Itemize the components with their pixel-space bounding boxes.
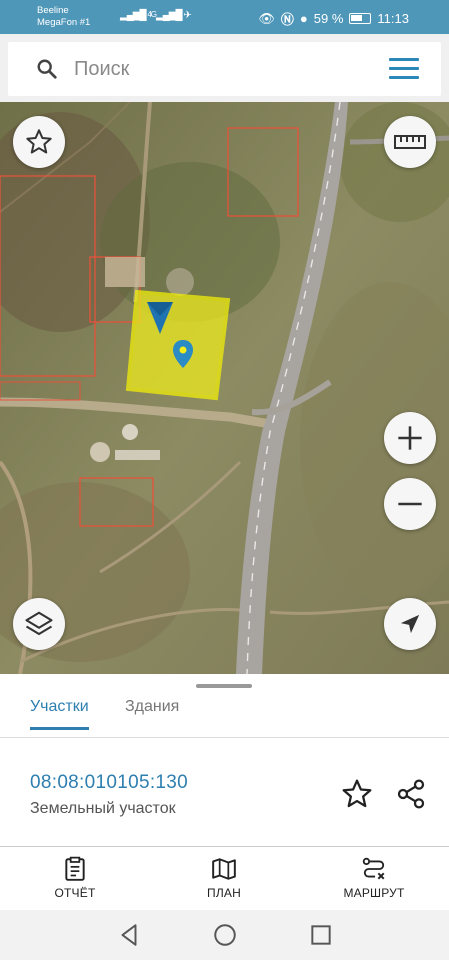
report-label: ОТЧЁТ — [54, 886, 96, 900]
signal-icons: ▂▄▆█ 4G▂▄▆█ ✈ — [120, 10, 192, 21]
search-bar — [8, 42, 441, 96]
navigate-icon — [400, 614, 420, 634]
carrier-2: MegaFon #1 — [37, 17, 91, 28]
favorite-map-button[interactable] — [13, 116, 65, 168]
menu-icon[interactable] — [389, 58, 419, 82]
status-right: 👁 Ⓝ ● 59 % 11:13 — [258, 9, 409, 28]
share-icon[interactable] — [395, 778, 427, 810]
layers-icon — [25, 611, 53, 636]
ruler-icon — [394, 135, 426, 149]
search-input[interactable] — [74, 52, 374, 86]
system-nav-bar — [0, 910, 449, 960]
clock: 11:13 — [377, 11, 409, 26]
map-plan-icon — [212, 858, 236, 880]
report-button[interactable]: ОТЧЁТ — [20, 856, 130, 906]
recents-icon[interactable] — [308, 922, 334, 948]
zoom-out-button[interactable] — [384, 478, 436, 530]
tabs-divider — [0, 737, 449, 738]
search-area — [0, 34, 449, 102]
battery-icon — [349, 13, 372, 24]
tab-buildings[interactable]: Здания — [125, 698, 179, 726]
parcel-type: Земельный участок — [30, 800, 176, 817]
zoom-in-icon — [398, 426, 422, 450]
route-button[interactable]: МАРШРУТ — [319, 856, 429, 906]
location-icon: ● — [299, 11, 308, 26]
actions-divider — [0, 846, 449, 847]
map-view[interactable] — [0, 102, 449, 674]
my-location-button[interactable] — [384, 598, 436, 650]
eye-icon: 👁 — [258, 10, 275, 26]
route-label: МАРШРУТ — [343, 886, 405, 900]
star-icon[interactable] — [341, 778, 373, 810]
zoom-in-button[interactable] — [384, 412, 436, 464]
layers-button[interactable] — [13, 598, 65, 650]
status-bar: Beeline MegaFon #1 ▂▄▆█ 4G▂▄▆█ ✈ 👁 Ⓝ ● 5… — [0, 0, 449, 34]
zoom-out-icon — [398, 502, 422, 506]
sheet-drag-handle[interactable] — [196, 684, 252, 688]
ruler-button[interactable] — [384, 116, 436, 168]
tab-parcels[interactable]: Участки — [30, 698, 89, 730]
report-icon — [65, 856, 85, 881]
nfc-icon: Ⓝ — [280, 12, 294, 27]
network-type: 4G — [147, 10, 157, 19]
carrier-info: Beeline MegaFon #1 — [37, 5, 90, 29]
star-icon — [26, 129, 52, 154]
battery-percent: 59 % — [313, 11, 344, 26]
home-icon[interactable] — [212, 922, 238, 948]
plan-button[interactable]: ПЛАН — [169, 856, 279, 906]
back-icon[interactable] — [116, 922, 142, 948]
plan-label: ПЛАН — [207, 886, 241, 900]
parcel-cadastral-number[interactable]: 08:08:010105:130 — [30, 772, 188, 794]
route-icon — [362, 857, 385, 880]
satellite-map[interactable] — [0, 102, 449, 674]
carrier-1: Beeline — [37, 5, 69, 16]
info-sheet: Участки Здания 08:08:010105:130 Земельны… — [0, 674, 449, 910]
search-icon[interactable] — [36, 58, 58, 80]
